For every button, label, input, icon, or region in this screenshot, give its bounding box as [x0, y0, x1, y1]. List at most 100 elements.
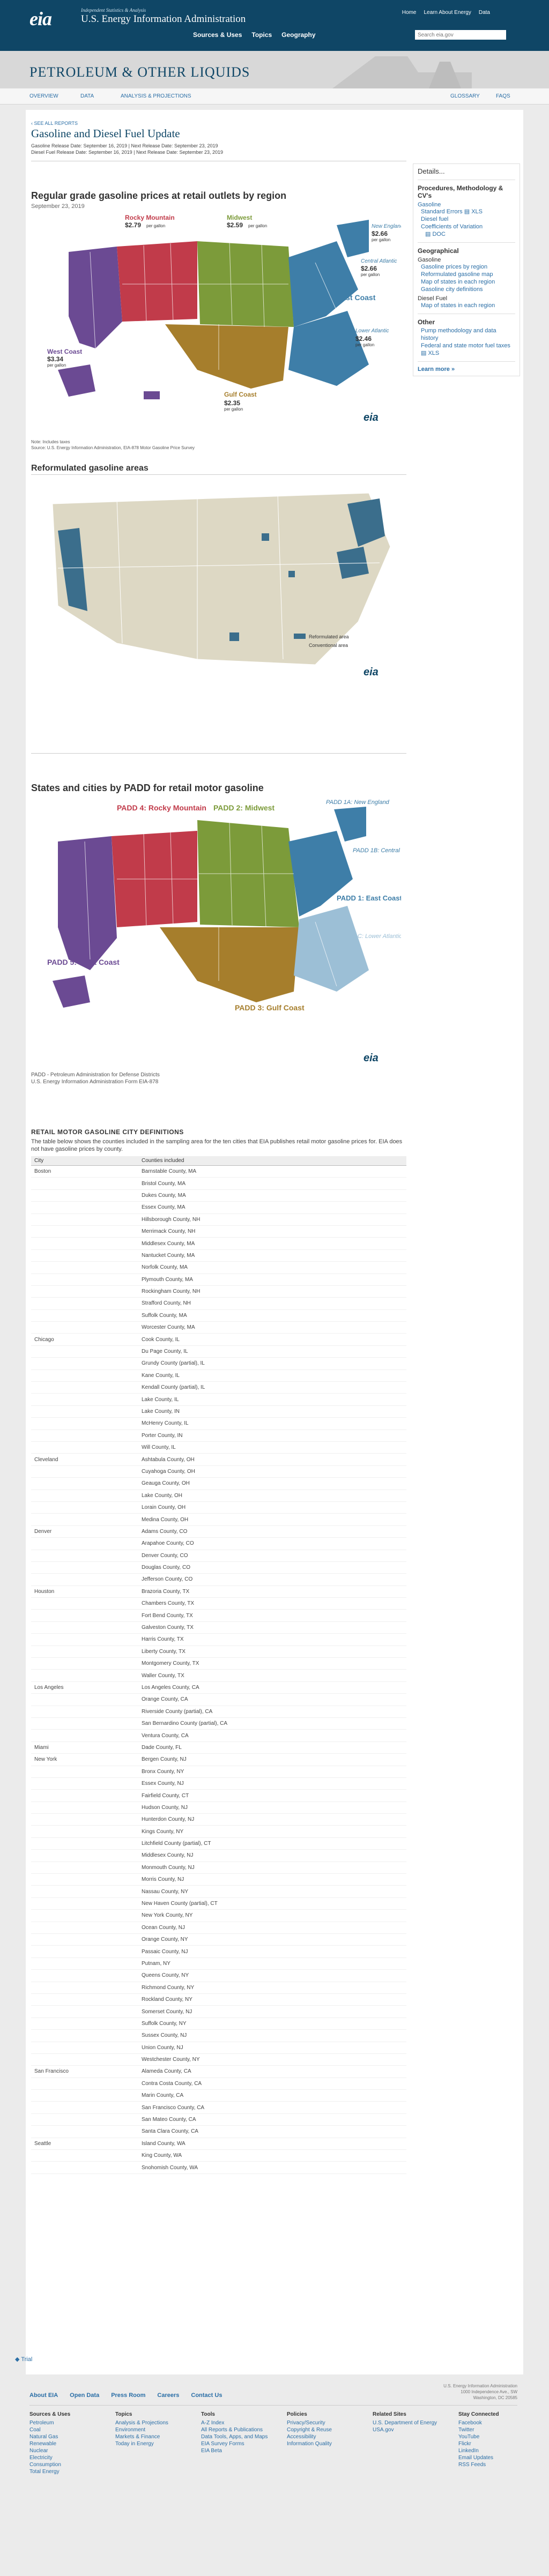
learn-more-link[interactable]: Learn more » [418, 366, 515, 373]
learn-about-energy-link[interactable]: Learn About Energy [424, 10, 471, 16]
map3-title: States and cities by PADD for retail mot… [31, 783, 264, 793]
table-row: Kings County, NY [31, 1825, 406, 1838]
map3-note1: PADD - Petroleum Administration for Defe… [31, 1072, 160, 1078]
footer-link[interactable]: Electricity [29, 2454, 70, 2461]
regional-prices-section: Regular grade gasoline prices at retail … [31, 190, 406, 210]
map1-notes: Note: Includes taxes Source: U.S. Energy… [31, 439, 406, 451]
footer-link[interactable]: Accessibility [287, 2433, 332, 2440]
table-row: Snohomish County, WA [31, 2161, 406, 2174]
houston-reformulated [229, 632, 239, 641]
central-atlantic-unit: per gallon [361, 272, 380, 277]
footer-careers[interactable]: Careers [157, 2392, 179, 2399]
city-cell [31, 1706, 138, 1718]
lower-atlantic-label: Lower Atlantic [355, 328, 389, 334]
footer-link[interactable]: All Reports & Publications [201, 2426, 268, 2433]
footer-link[interactable]: EIA Beta [201, 2447, 268, 2454]
footer-link[interactable]: RSS Feeds [458, 2461, 499, 2468]
subnav-analysis[interactable]: ANALYSIS & PROJECTIONS [121, 93, 191, 99]
procedures-gasoline[interactable]: Gasoline [418, 202, 515, 208]
footer-link[interactable]: YouTube [458, 2433, 499, 2440]
coefficients-link[interactable]: Coefficients of Variation [418, 223, 515, 230]
city-cell [31, 2029, 138, 2042]
footer-open-data[interactable]: Open Data [70, 2392, 99, 2399]
city-cell [31, 1849, 138, 1862]
table-row: San Bernardino County (partial), CA [31, 1717, 406, 1730]
footer-link[interactable]: EIA Survey Forms [201, 2440, 268, 2447]
footer-contact-us[interactable]: Contact Us [191, 2392, 222, 2399]
table-row: Arapahoe County, CO [31, 1537, 406, 1550]
city-cell [31, 1633, 138, 1646]
footer-link[interactable]: A-Z Index [201, 2419, 268, 2426]
footer-link[interactable]: Total Energy [29, 2468, 70, 2475]
table-row: Kendall County (partial), IL [31, 1381, 406, 1394]
footer-link[interactable]: Analysis & Projections [115, 2419, 168, 2426]
home-link[interactable]: Home [402, 10, 417, 16]
footer-link[interactable]: Consumption [29, 2461, 70, 2468]
diesel-fuel-link[interactable]: Diesel fuel [418, 215, 515, 223]
footer-about-eia[interactable]: About EIA [29, 2392, 58, 2399]
reformulated-map-link[interactable]: Reformulated gasoline map [418, 271, 515, 278]
diesel-release-dates: Diesel Fuel Release Date: September 16, … [31, 150, 224, 155]
footer-press-room[interactable]: Press Room [111, 2392, 145, 2399]
city-cell [31, 1369, 138, 1382]
footer-link[interactable]: Email Updates [458, 2454, 499, 2461]
footer-link[interactable]: Twitter [458, 2426, 499, 2433]
footer-link[interactable]: Renewable [29, 2440, 70, 2447]
city-cell [31, 2125, 138, 2138]
county-cell: Lake County, IL [138, 1393, 406, 1406]
footer-link[interactable]: U.S. Department of Energy [373, 2419, 437, 2426]
footer-link[interactable]: Data Tools, Apps, and Maps [201, 2433, 268, 2440]
footer-link[interactable]: Coal [29, 2426, 70, 2433]
map2-title: Reformulated gasoline areas [31, 464, 149, 473]
footer-link[interactable]: Petroleum [29, 2419, 70, 2426]
central-atlantic-price: $2.66 [361, 265, 377, 272]
footer-link[interactable]: Flickr [458, 2440, 499, 2447]
footer-link[interactable]: Environment [115, 2426, 168, 2433]
doc-link[interactable]: ▤ DOC [418, 230, 515, 238]
county-cell: Litchfield County (partial), CT [138, 1837, 406, 1850]
data-link[interactable]: Data [479, 10, 490, 16]
city-cell: New York [31, 1753, 138, 1766]
fuel-taxes-link[interactable]: Federal and state motor fuel taxes ▤ XLS [418, 342, 515, 357]
table-row: Porter County, IN [31, 1430, 406, 1442]
footer-link[interactable]: Copyright & Reuse [287, 2426, 332, 2433]
county-cell: Montgomery County, TX [138, 1657, 406, 1670]
nav-topics[interactable]: Topics [251, 31, 272, 39]
footer-link[interactable]: Markets & Finance [115, 2433, 168, 2440]
trial-link[interactable]: ◆ Trial [15, 2356, 32, 2363]
footer-link[interactable]: Natural Gas [29, 2433, 70, 2440]
see-all-reports-link[interactable]: ‹ SEE ALL REPORTS [31, 121, 78, 126]
county-cell: Bristol County, MA [138, 1177, 406, 1190]
diesel-states-region-link[interactable]: Map of states in each region [418, 302, 515, 309]
city-definitions-link[interactable]: Gasoline city definitions [418, 286, 515, 293]
table-row: Worcester County, MA [31, 1321, 406, 1334]
table-row: Suffolk County, MA [31, 1309, 406, 1322]
footer-link[interactable]: USA.gov [373, 2426, 437, 2433]
footer-link[interactable]: Information Quality [287, 2440, 332, 2447]
states-region-link[interactable]: Map of states in each region [418, 278, 515, 286]
nav-sources-uses[interactable]: Sources & Uses [193, 31, 242, 39]
subnav-overview[interactable]: OVERVIEW [29, 93, 58, 99]
county-cell: McHenry County, IL [138, 1417, 406, 1430]
footer-link[interactable]: Today in Energy [115, 2440, 168, 2447]
footer-link[interactable]: Privacy/Security [287, 2419, 332, 2426]
gasoline-prices-region-link[interactable]: Gasoline prices by region [418, 263, 515, 271]
padd1c-label: PADD 1C: Lower Atlantic [337, 933, 401, 940]
table-row: Geauga County, OH [31, 1477, 406, 1490]
footer-link[interactable]: LinkedIn [458, 2447, 499, 2454]
search-input[interactable] [415, 30, 506, 40]
county-cell: New Haven County (partial), CT [138, 1897, 406, 1910]
table-row: Douglas County, CO [31, 1561, 406, 1574]
subnav-data[interactable]: DATA [80, 93, 94, 99]
nav-geography[interactable]: Geography [281, 31, 315, 39]
standard-errors-link[interactable]: Standard Errors ▤ XLS [418, 208, 515, 215]
footer-link[interactable]: Nuclear [29, 2447, 70, 2454]
table-row: Nassau County, NY [31, 1885, 406, 1898]
subnav-glossary[interactable]: GLOSSARY [450, 93, 480, 99]
table-row: Passaic County, NJ [31, 1945, 406, 1958]
table-row: Boston Barnstable County, MA [31, 1165, 406, 1178]
pump-methodology-link[interactable]: Pump methodology and data history [418, 327, 515, 342]
footer-link[interactable]: Facebook [458, 2419, 499, 2426]
subnav-faqs[interactable]: FAQS [496, 93, 510, 99]
table-row: Essex County, MA [31, 1201, 406, 1214]
